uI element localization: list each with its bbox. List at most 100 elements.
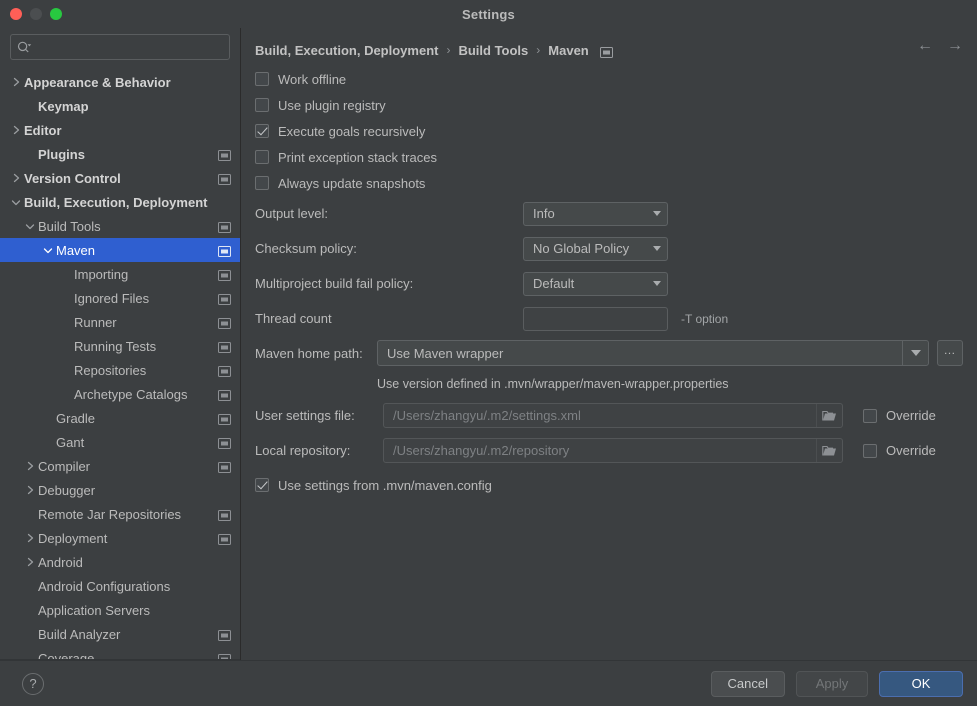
checkbox-row-use-plugin-registry[interactable]: Use plugin registry bbox=[255, 92, 963, 118]
settings-main-panel: Build, Execution, Deployment › Build Too… bbox=[241, 28, 977, 660]
chevron-down-icon[interactable] bbox=[22, 222, 38, 231]
combo-output-level[interactable]: Info bbox=[523, 201, 668, 226]
thread-count-input[interactable] bbox=[523, 306, 668, 331]
chevron-right-icon[interactable] bbox=[8, 124, 24, 136]
thread-count-note: -T option bbox=[681, 311, 729, 326]
sidebar-item-appearance-behavior[interactable]: Appearance & Behavior bbox=[0, 70, 240, 94]
sidebar-item-runner[interactable]: Runner bbox=[0, 310, 240, 334]
project-level-settings-icon bbox=[218, 317, 231, 329]
sidebar-search-wrap bbox=[0, 28, 240, 68]
sidebar-item-application-servers[interactable]: Application Servers bbox=[0, 598, 240, 622]
chevron-right-icon[interactable] bbox=[22, 460, 38, 472]
project-level-settings-icon bbox=[218, 149, 231, 161]
ok-button[interactable]: OK bbox=[879, 670, 963, 697]
chevron-right-icon[interactable] bbox=[22, 532, 38, 544]
sidebar-item-archetype-catalogs[interactable]: Archetype Catalogs bbox=[0, 382, 240, 406]
sidebar-item-label: Importing bbox=[74, 266, 129, 282]
combo-value-checksum-policy: No Global Policy bbox=[533, 241, 630, 256]
chevron-right-icon[interactable] bbox=[22, 556, 38, 568]
maven-home-browse-button[interactable]: … bbox=[937, 340, 963, 366]
sidebar-item-importing[interactable]: Importing bbox=[0, 262, 240, 286]
back-arrow-icon[interactable]: ← bbox=[917, 38, 933, 54]
sidebar-item-label: Gradle bbox=[56, 410, 96, 426]
combo-multiproject-build-fail-policy[interactable]: Default bbox=[523, 271, 668, 296]
close-button[interactable] bbox=[10, 8, 22, 20]
sidebar-item-build-execution-deployment[interactable]: Build, Execution, Deployment bbox=[0, 190, 240, 214]
cancel-button[interactable]: Cancel bbox=[710, 670, 785, 697]
override-wrap-local-repository[interactable]: Override bbox=[863, 443, 963, 458]
chevron-down-icon[interactable] bbox=[40, 246, 56, 255]
sidebar-item-build-analyzer[interactable]: Build Analyzer bbox=[0, 622, 240, 646]
chevron-right-icon[interactable] bbox=[22, 484, 38, 496]
maven-home-path-value: Use Maven wrapper bbox=[387, 345, 504, 361]
sidebar-item-label: Appearance & Behavior bbox=[24, 74, 171, 90]
override-checkbox-user-settings-file[interactable] bbox=[863, 408, 877, 423]
folder-icon[interactable] bbox=[816, 404, 842, 427]
checkbox-work-offline[interactable] bbox=[255, 72, 269, 86]
checkbox-always-update-snapshots[interactable] bbox=[255, 176, 269, 190]
checkbox-row-always-update-snapshots[interactable]: Always update snapshots bbox=[255, 170, 963, 196]
sidebar-item-debugger[interactable]: Debugger bbox=[0, 478, 240, 502]
checkbox-print-exception-stack-traces[interactable] bbox=[255, 150, 269, 164]
combo-value-multiproject-build-fail-policy: Default bbox=[533, 276, 575, 291]
sidebar-item-build-tools[interactable]: Build Tools bbox=[0, 214, 240, 238]
combo-checksum-policy[interactable]: No Global Policy bbox=[523, 236, 668, 261]
sidebar-item-ignored-files[interactable]: Ignored Files bbox=[0, 286, 240, 310]
checkbox-row-execute-goals-recursively[interactable]: Execute goals recursively bbox=[255, 118, 963, 144]
sidebar-item-deployment[interactable]: Deployment bbox=[0, 526, 240, 550]
breadcrumb-part-2[interactable]: Maven bbox=[548, 43, 588, 58]
use-maven-config-label: Use settings from .mvn/maven.config bbox=[278, 477, 492, 493]
combo-value-output-level: Info bbox=[533, 206, 555, 221]
override-wrap-user-settings-file[interactable]: Override bbox=[863, 408, 963, 423]
sidebar-item-android-configurations[interactable]: Android Configurations bbox=[0, 574, 240, 598]
sidebar-item-plugins[interactable]: Plugins bbox=[0, 142, 240, 166]
zoom-button[interactable] bbox=[50, 8, 62, 20]
input-user-settings-file[interactable]: /Users/zhangyu/.m2/settings.xml bbox=[383, 403, 843, 428]
checkbox-row-work-offline[interactable]: Work offline bbox=[255, 66, 963, 92]
sidebar-item-coverage[interactable]: Coverage bbox=[0, 646, 240, 660]
search-box[interactable] bbox=[10, 34, 230, 60]
sidebar-item-editor[interactable]: Editor bbox=[0, 118, 240, 142]
sidebar-item-repositories[interactable]: Repositories bbox=[0, 358, 240, 382]
project-level-settings-icon bbox=[218, 533, 231, 545]
forward-arrow-icon[interactable]: → bbox=[947, 38, 963, 54]
checkbox-execute-goals-recursively[interactable] bbox=[255, 124, 269, 138]
settings-sidebar: Appearance & Behavior Keymap Editor Plugins… bbox=[0, 28, 241, 660]
sidebar-item-running-tests[interactable]: Running Tests bbox=[0, 334, 240, 358]
sidebar-item-keymap[interactable]: Keymap bbox=[0, 94, 240, 118]
dialog-footer: ? Cancel Apply OK bbox=[0, 660, 977, 706]
use-maven-config-checkbox[interactable] bbox=[255, 478, 269, 492]
title-bar: Settings bbox=[0, 0, 977, 28]
override-checkbox-local-repository[interactable] bbox=[863, 443, 877, 458]
sidebar-item-label: Build, Execution, Deployment bbox=[24, 194, 208, 210]
use-maven-config-row[interactable]: Use settings from .mvn/maven.config bbox=[255, 472, 963, 498]
input-local-repository[interactable]: /Users/zhangyu/.m2/repository bbox=[383, 438, 843, 463]
minimize-button[interactable] bbox=[30, 8, 42, 20]
checkbox-use-plugin-registry[interactable] bbox=[255, 98, 269, 112]
sidebar-item-version-control[interactable]: Version Control bbox=[0, 166, 240, 190]
sidebar-item-remote-jar-repositories[interactable]: Remote Jar Repositories bbox=[0, 502, 240, 526]
sidebar-item-compiler[interactable]: Compiler bbox=[0, 454, 240, 478]
sidebar-item-gradle[interactable]: Gradle bbox=[0, 406, 240, 430]
sidebar-item-maven[interactable]: Maven bbox=[0, 238, 240, 262]
sidebar-item-gant[interactable]: Gant bbox=[0, 430, 240, 454]
chevron-down-icon[interactable] bbox=[902, 341, 928, 365]
search-input[interactable] bbox=[36, 40, 223, 54]
chevron-right-icon[interactable] bbox=[8, 172, 24, 184]
chevron-right-icon[interactable] bbox=[8, 76, 24, 88]
folder-icon[interactable] bbox=[816, 439, 842, 462]
chevron-down-icon[interactable] bbox=[8, 198, 24, 207]
settings-tree[interactable]: Appearance & Behavior Keymap Editor Plugins… bbox=[0, 68, 240, 660]
breadcrumb-part-1[interactable]: Build Tools bbox=[458, 43, 528, 58]
maven-home-path-row: Maven home path: Use Maven wrapper … bbox=[255, 336, 963, 370]
project-level-settings-icon bbox=[218, 461, 231, 473]
help-button[interactable]: ? bbox=[22, 672, 44, 695]
value-local-repository: /Users/zhangyu/.m2/repository bbox=[393, 443, 570, 458]
sidebar-item-android[interactable]: Android bbox=[0, 550, 240, 574]
breadcrumb-part-0[interactable]: Build, Execution, Deployment bbox=[255, 43, 438, 58]
project-level-settings-icon bbox=[218, 509, 231, 521]
sidebar-item-label: Android Configurations bbox=[38, 578, 171, 594]
maven-home-path-combo[interactable]: Use Maven wrapper bbox=[377, 340, 929, 366]
sidebar-item-label: Version Control bbox=[24, 170, 121, 186]
checkbox-row-print-exception-stack-traces[interactable]: Print exception stack traces bbox=[255, 144, 963, 170]
